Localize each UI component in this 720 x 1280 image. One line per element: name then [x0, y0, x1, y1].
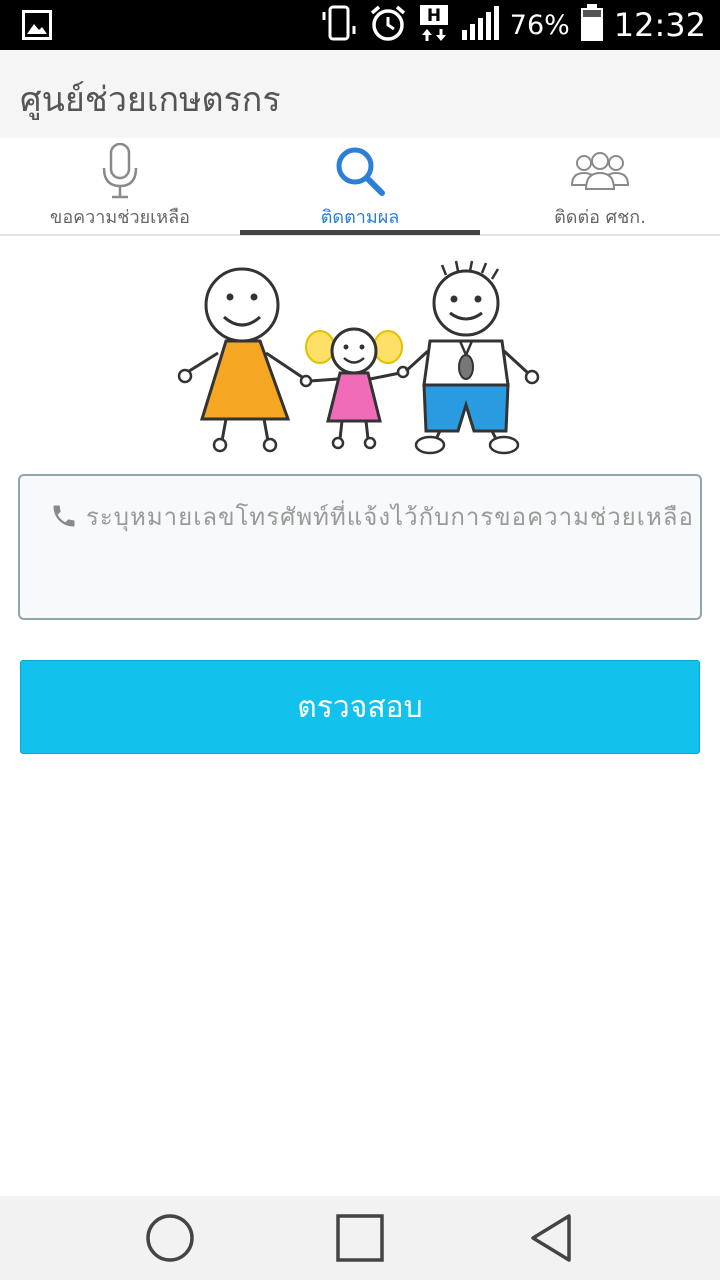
gallery-icon: [22, 10, 52, 44]
tab-label: ขอความช่วยเหลือ: [50, 207, 190, 228]
family-drawing-icon: [170, 255, 550, 460]
tab-bar: ขอความช่วยเหลือ ติดตามผล ติดต่อ ศชก.: [0, 138, 720, 236]
tab-request-help[interactable]: ขอความช่วยเหลือ: [0, 138, 240, 236]
network-type-text: H: [427, 6, 441, 26]
phone-field[interactable]: [18, 474, 702, 620]
phone-icon: [50, 502, 78, 534]
app-bar: ศูนย์ช่วยเกษตรกร: [0, 50, 720, 138]
battery-icon: [580, 4, 604, 46]
tab-track-results[interactable]: ติดตามผล: [240, 138, 480, 236]
nav-bar: [0, 1196, 720, 1280]
clock: 12:32: [613, 6, 706, 44]
app-title: ศูนย์ช่วยเกษตรกร: [20, 80, 281, 120]
battery-percent: 76%: [509, 9, 570, 41]
recents-square-icon[interactable]: [330, 1210, 390, 1266]
tab-label: ติดตามผล: [320, 207, 400, 228]
people-icon: [480, 142, 720, 200]
tab-contact[interactable]: ติดต่อ ศชก.: [480, 138, 720, 236]
tab-indicator: [240, 230, 480, 235]
vibrate-icon: [320, 4, 358, 46]
status-bar: H 76% 12:32: [0, 0, 720, 50]
network-h-icon: H: [418, 3, 450, 47]
phone-input[interactable]: [86, 494, 700, 540]
tab-label: ติดต่อ ศชก.: [554, 207, 646, 228]
alarm-icon: [368, 3, 408, 47]
search-icon: [240, 142, 480, 200]
signal-icon: [460, 4, 500, 46]
home-circle-icon[interactable]: [140, 1210, 200, 1266]
check-button-label: ตรวจสอบ: [297, 689, 423, 725]
check-button[interactable]: ตรวจสอบ: [20, 660, 700, 754]
microphone-icon: [0, 142, 240, 200]
back-triangle-icon[interactable]: [520, 1210, 580, 1266]
